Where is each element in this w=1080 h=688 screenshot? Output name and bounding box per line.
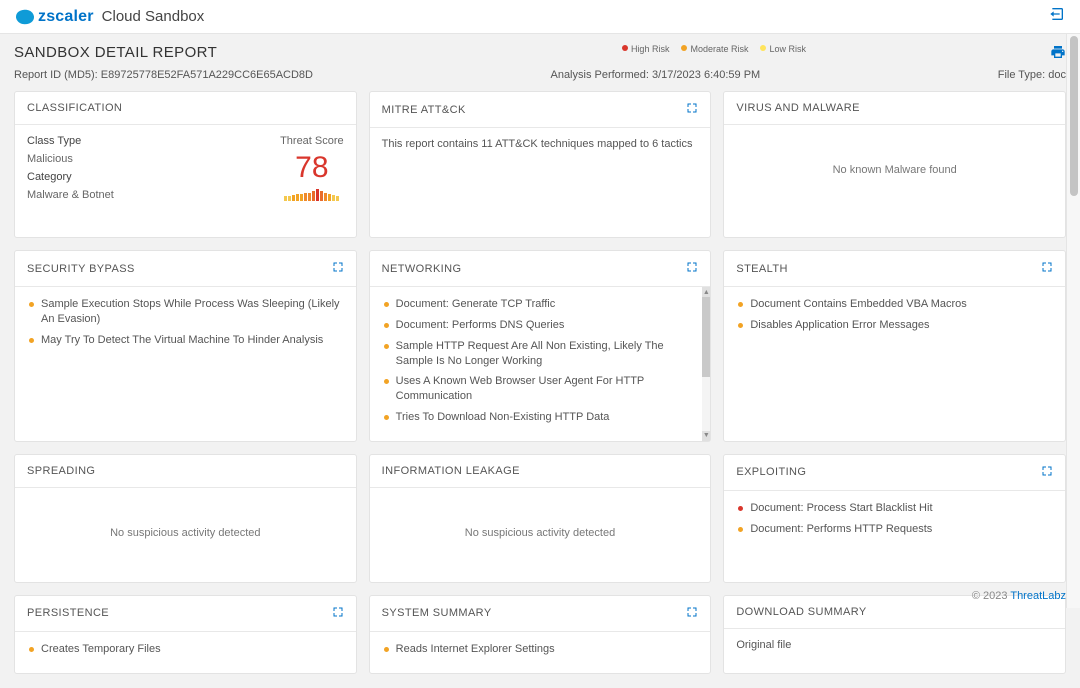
content: SANDBOX DETAIL REPORT High Risk Moderate… <box>0 34 1080 688</box>
category-label: Category <box>27 171 114 183</box>
product-name: Cloud Sandbox <box>102 8 205 25</box>
networking-list: Document: Generate TCP Traffic Document:… <box>382 297 693 425</box>
list-item: May Try To Detect The Virtual Machine To… <box>27 333 344 348</box>
virus-empty-text: No known Malware found <box>736 135 1053 205</box>
spreading-empty-text: No suspicious activity detected <box>27 498 344 568</box>
scroll-thumb[interactable] <box>1070 36 1078 196</box>
report-id: Report ID (MD5): E89725778E52FA571A229CC… <box>14 69 313 81</box>
file-type: File Type: doc <box>998 69 1066 81</box>
footer-copyright: © 2023 <box>972 590 1008 602</box>
brand-logo: zscaler <box>14 8 94 26</box>
card-title: INFORMATION LEAKAGE <box>382 465 520 477</box>
low-risk-dot-icon <box>760 45 766 51</box>
page-scrollbar[interactable] <box>1066 34 1080 608</box>
card-info-leakage: INFORMATION LEAKAGE No suspicious activi… <box>369 454 712 583</box>
high-risk-label: High Risk <box>631 44 670 54</box>
exploiting-list: Document: Process Start Blacklist Hit Do… <box>736 501 1053 537</box>
class-type-value: Malicious <box>27 153 114 165</box>
category-value: Malware & Botnet <box>27 189 114 201</box>
list-item: Document: Process Start Blacklist Hit <box>736 501 1053 516</box>
security-bypass-list: Sample Execution Stops While Process Was… <box>27 297 344 348</box>
scroll-thumb[interactable] <box>702 297 710 377</box>
brand: zscaler Cloud Sandbox <box>14 8 204 26</box>
card-title: SECURITY BYPASS <box>27 263 135 275</box>
brand-name: zscaler <box>38 8 94 26</box>
scroll-up-icon[interactable]: ▲ <box>702 287 710 297</box>
card-title: PERSISTENCE <box>27 607 109 619</box>
card-title: SPREADING <box>27 465 95 477</box>
card-title: EXPLOITING <box>736 466 806 478</box>
scroll-down-icon[interactable]: ▼ <box>702 431 710 441</box>
card-security-bypass: SECURITY BYPASS Sample Execution Stops W… <box>14 250 357 442</box>
low-risk-label: Low Risk <box>769 44 806 54</box>
cards-grid: CLASSIFICATION Class Type Malicious Cate… <box>14 91 1066 674</box>
card-exploiting: EXPLOITING Document: Process Start Black… <box>723 454 1066 583</box>
expand-icon[interactable] <box>686 102 698 117</box>
list-item: Document: Performs DNS Queries <box>382 318 693 333</box>
list-item: Disables Application Error Messages <box>736 318 1053 333</box>
expand-icon[interactable] <box>332 261 344 276</box>
list-item: Sample Execution Stops While Process Was… <box>27 297 344 327</box>
card-title: VIRUS AND MALWARE <box>736 102 860 114</box>
card-classification: CLASSIFICATION Class Type Malicious Cate… <box>14 91 357 238</box>
card-title: SYSTEM SUMMARY <box>382 607 492 619</box>
logout-icon[interactable] <box>1048 6 1066 27</box>
report-title: SANDBOX DETAIL REPORT <box>14 44 622 61</box>
list-item: Creates Temporary Files <box>27 642 344 657</box>
zscaler-logo-icon <box>14 8 36 26</box>
threat-bar-icon <box>284 189 339 201</box>
download-summary-line: Original file <box>736 639 791 651</box>
threat-score-label: Threat Score <box>280 135 344 147</box>
expand-icon[interactable] <box>332 606 344 621</box>
system-summary-list: Reads Internet Explorer Settings <box>382 642 699 657</box>
moderate-risk-label: Moderate Risk <box>690 44 748 54</box>
high-risk-dot-icon <box>622 45 628 51</box>
expand-icon[interactable] <box>1041 465 1053 480</box>
class-type-label: Class Type <box>27 135 114 147</box>
card-title: NETWORKING <box>382 263 462 275</box>
card-spreading: SPREADING No suspicious activity detecte… <box>14 454 357 583</box>
mitre-text: This report contains 11 ATT&CK technique… <box>382 138 693 150</box>
list-item: Document Contains Embedded VBA Macros <box>736 297 1053 312</box>
topbar: zscaler Cloud Sandbox <box>0 0 1080 34</box>
card-system-summary: SYSTEM SUMMARY Reads Internet Explorer S… <box>369 595 712 674</box>
footer: © 2023 ThreatLabz <box>972 590 1066 602</box>
card-stealth: STEALTH Document Contains Embedded VBA M… <box>723 250 1066 442</box>
list-item: Sample HTTP Request Are All Non Existing… <box>382 339 693 369</box>
card-virus-malware: VIRUS AND MALWARE No known Malware found <box>723 91 1066 238</box>
persistence-list: Creates Temporary Files <box>27 642 344 657</box>
card-title: STEALTH <box>736 263 788 275</box>
card-title: MITRE ATT&CK <box>382 104 466 116</box>
threat-score-block: Threat Score 78 <box>280 135 344 201</box>
card-persistence: PERSISTENCE Creates Temporary Files <box>14 595 357 674</box>
leakage-empty-text: No suspicious activity detected <box>382 498 699 568</box>
stealth-list: Document Contains Embedded VBA Macros Di… <box>736 297 1053 333</box>
expand-icon[interactable] <box>686 606 698 621</box>
list-item: Uses A Known Web Browser User Agent For … <box>382 374 693 404</box>
footer-brand: ThreatLabz <box>1010 590 1066 602</box>
expand-icon[interactable] <box>686 261 698 276</box>
card-networking: NETWORKING Document: Generate TCP Traffi… <box>369 250 712 442</box>
analysis-timestamp: Analysis Performed: 3/17/2023 6:40:59 PM <box>313 69 998 81</box>
expand-icon[interactable] <box>1041 261 1053 276</box>
sub-header: Report ID (MD5): E89725778E52FA571A229CC… <box>14 69 1066 81</box>
list-item: Document: Generate TCP Traffic <box>382 297 693 312</box>
card-download-summary: DOWNLOAD SUMMARY Original file <box>723 595 1066 674</box>
list-item: Reads Internet Explorer Settings <box>382 642 699 657</box>
report-header: SANDBOX DETAIL REPORT High Risk Moderate… <box>14 44 1066 65</box>
print-icon[interactable] <box>1050 47 1066 64</box>
moderate-risk-dot-icon <box>681 45 687 51</box>
card-mitre: MITRE ATT&CK This report contains 11 ATT… <box>369 91 712 238</box>
list-item: Document: Performs HTTP Requests <box>736 522 1053 537</box>
networking-scrollbar[interactable]: ▲ ▼ <box>702 287 710 441</box>
threat-score-value: 78 <box>295 151 328 185</box>
card-title: CLASSIFICATION <box>27 102 122 114</box>
list-item: Tries To Download Non-Existing HTTP Data <box>382 410 693 425</box>
risk-legend: High Risk Moderate Risk Low Risk <box>622 44 806 54</box>
